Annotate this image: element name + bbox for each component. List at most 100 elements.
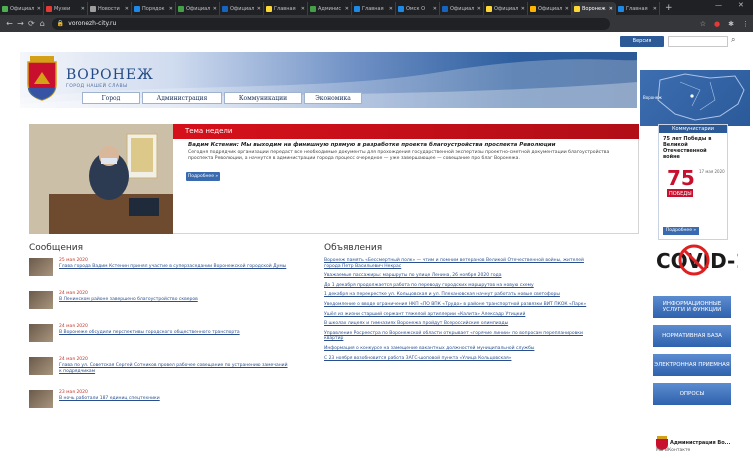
announcement-link[interactable]: Управление Росреестра по Воронежской обл… [324, 331, 594, 342]
announcement-link[interactable]: 1 декабря на перекрестке ул. Кольцовская… [324, 292, 594, 298]
message-link[interactable]: Глава города Вадим Кстенин принял участи… [59, 264, 289, 270]
site-title[interactable]: ВОРОНЕЖ [66, 67, 154, 83]
announcements-heading: Объявления [324, 243, 383, 253]
message-link[interactable]: В Воронеже обсудили перспективы городско… [59, 330, 289, 336]
messages-list: 25 мая 2020 Глава города Вадим Кстенин пр… [29, 258, 291, 423]
tab-label: Официал [494, 5, 519, 12]
tab-close-icon[interactable]: ✕ [169, 6, 173, 12]
search-icon[interactable]: ⌕ [731, 35, 735, 45]
extension-icon[interactable]: ● [714, 20, 720, 28]
browser-tab[interactable]: Новости ✕ [88, 2, 132, 15]
site-subtitle: ГОРОД НАШЕЙ СЛАВЫ [66, 84, 128, 89]
city-coat-of-arms-icon[interactable] [24, 54, 60, 102]
address-bar-row: ← → ⟳ ⌂ 🔒 voronezh-city.ru ☆ ● ✱ ⋮ [0, 15, 753, 32]
browser-tab[interactable]: Воронеж ✕ [572, 2, 616, 15]
search-input[interactable] [668, 36, 728, 47]
tab-close-icon[interactable]: ✕ [81, 6, 85, 12]
tab-close-icon[interactable]: ✕ [653, 6, 657, 12]
message-link[interactable]: В ночь работали 187 единиц спецтехники [59, 396, 289, 402]
tab-close-icon[interactable]: ✕ [521, 6, 525, 12]
reload-icon[interactable]: ⟳ [26, 19, 37, 28]
tab-close-icon[interactable]: ✕ [345, 6, 349, 12]
announcement-link[interactable]: С 23 ноября возобновится работа ЗАГС-шоп… [324, 356, 594, 362]
url-input[interactable]: 🔒 voronezh-city.ru [51, 17, 610, 30]
tab-close-icon[interactable]: ✕ [37, 6, 41, 12]
message-item[interactable]: 24 мая 2020 Глава по ул. Советская Сергей… [29, 357, 291, 383]
tab-close-icon[interactable]: ✕ [213, 6, 217, 12]
message-item[interactable]: 24 мая 2020 В Воронеже обсудили перспекти… [29, 324, 291, 350]
browser-tab[interactable]: Главная ✕ [616, 2, 660, 15]
message-thumbnail[interactable] [29, 291, 53, 309]
tab-close-icon[interactable]: ✕ [477, 6, 481, 12]
featured-more-button[interactable]: Подробнее » [186, 172, 220, 181]
back-icon[interactable]: ← [4, 19, 15, 28]
message-item[interactable]: 25 мая 2020 Глава города Вадим Кстенин пр… [29, 258, 291, 284]
browser-tab[interactable]: Официал ✕ [440, 2, 484, 15]
browser-tab[interactable]: Главная ✕ [352, 2, 396, 15]
puzzle-icon[interactable]: ✱ [728, 20, 734, 28]
announcement-link[interactable]: В школах лицеях и гимназиях Воронежа про… [324, 321, 594, 327]
covid-19-banner[interactable]: COVID-19 [656, 244, 738, 276]
tab-close-icon[interactable]: ✕ [433, 6, 437, 12]
anniversary-more-button[interactable]: Подробнее » [663, 227, 699, 235]
tab-close-icon[interactable]: ✕ [389, 6, 393, 12]
tab-close-icon[interactable]: ✕ [125, 6, 129, 12]
announcement-link[interactable]: Уважаемые пассажиры: маршруты по улице Л… [324, 273, 594, 279]
star-icon[interactable]: ☆ [700, 20, 706, 28]
info-services-button[interactable]: ИНФОРМАЦИОННЫЕ УСЛУГИ И ФУНКЦИИ [653, 296, 731, 318]
announcement-link[interactable]: Воронеж память «Бессмертный полк» — чтим… [324, 258, 594, 269]
close-window-icon[interactable]: ✕ [738, 1, 744, 9]
message-item[interactable]: 24 мая 2020 В Ленинском районе завершено … [29, 291, 291, 317]
browser-tab[interactable]: Официал ✕ [0, 2, 44, 15]
message-thumbnail[interactable] [29, 390, 53, 408]
menu-icon[interactable]: ⋮ [742, 20, 749, 28]
vk-widget[interactable]: Администрация Во... Мы ВКонтакте [656, 434, 741, 458]
announcement-link[interactable]: Ушёл из жизни старший сержант тяжелой ар… [324, 312, 594, 318]
nav-item-administration[interactable]: Администрация [142, 92, 222, 104]
browser-tab[interactable]: Админис ✕ [308, 2, 352, 15]
admin-name[interactable]: Администрация Во... [670, 440, 730, 446]
browser-tab[interactable]: Порядок ✕ [132, 2, 176, 15]
featured-topic-header: Тема недели [173, 124, 639, 139]
browser-tab[interactable]: Музеи ✕ [44, 2, 88, 15]
version-button[interactable]: Версия [620, 36, 664, 47]
tab-label: Главная [274, 5, 296, 12]
victory-75-logo-icon[interactable]: 75 ПОБЕДЫ [665, 165, 695, 199]
tab-close-icon[interactable]: ✕ [301, 6, 305, 12]
tab-label: Официал [450, 5, 475, 12]
home-icon[interactable]: ⌂ [37, 19, 48, 28]
message-thumbnail[interactable] [29, 258, 53, 276]
announcement-link[interactable]: Уведомление о вводе ограничения НКП «ПО … [324, 302, 594, 308]
message-item[interactable]: 23 мая 2020 В ночь работали 187 единиц сп… [29, 390, 291, 416]
new-tab-button[interactable]: + [660, 2, 678, 15]
message-thumbnail[interactable] [29, 324, 53, 342]
anniversary-title[interactable]: 75 лет Победы в Великой Отечественной во… [659, 133, 727, 160]
forward-icon[interactable]: → [15, 19, 26, 28]
nav-item-communications[interactable]: Коммуникации [224, 92, 302, 104]
announcement-link[interactable]: Информация о конкурсе на замещение вакан… [324, 346, 594, 352]
e-reception-button[interactable]: ЭЛЕКТРОННАЯ ПРИЕМНАЯ [653, 354, 731, 376]
message-thumbnail[interactable] [29, 357, 53, 375]
announcement-link[interactable]: До 1 декабря продолжается работа по пере… [324, 283, 594, 289]
browser-tab[interactable]: Официал ✕ [176, 2, 220, 15]
featured-headline[interactable]: Вадим Кстенин: Мы выходим на финишную пр… [188, 142, 628, 148]
browser-tab[interactable]: Официал ✕ [484, 2, 528, 15]
message-link[interactable]: Глава по ул. Советская Сергей Сотников п… [59, 363, 289, 375]
region-map[interactable]: Воронеж [640, 70, 750, 126]
message-link[interactable]: В Ленинском районе завершено благоустрой… [59, 297, 289, 303]
tab-close-icon[interactable]: ✕ [609, 6, 613, 12]
browser-tab[interactable]: Омск О ✕ [396, 2, 440, 15]
browser-tab[interactable]: Главная ✕ [264, 2, 308, 15]
surveys-button[interactable]: ОПРОСЫ [653, 383, 731, 405]
minimize-icon[interactable]: — [715, 1, 722, 9]
browser-tab[interactable]: Официал ✕ [220, 2, 264, 15]
tab-close-icon[interactable]: ✕ [257, 6, 261, 12]
nav-item-city[interactable]: Город [82, 92, 140, 104]
legal-base-button[interactable]: НОРМАТИВНАЯ БАЗА [653, 325, 731, 347]
tab-label: Админис [318, 5, 342, 12]
tab-favicon-icon [90, 5, 96, 12]
browser-tab[interactable]: Официал ✕ [528, 2, 572, 15]
nav-item-economy[interactable]: Экономика [304, 92, 362, 104]
featured-photo[interactable] [29, 124, 173, 234]
tab-close-icon[interactable]: ✕ [565, 6, 569, 12]
